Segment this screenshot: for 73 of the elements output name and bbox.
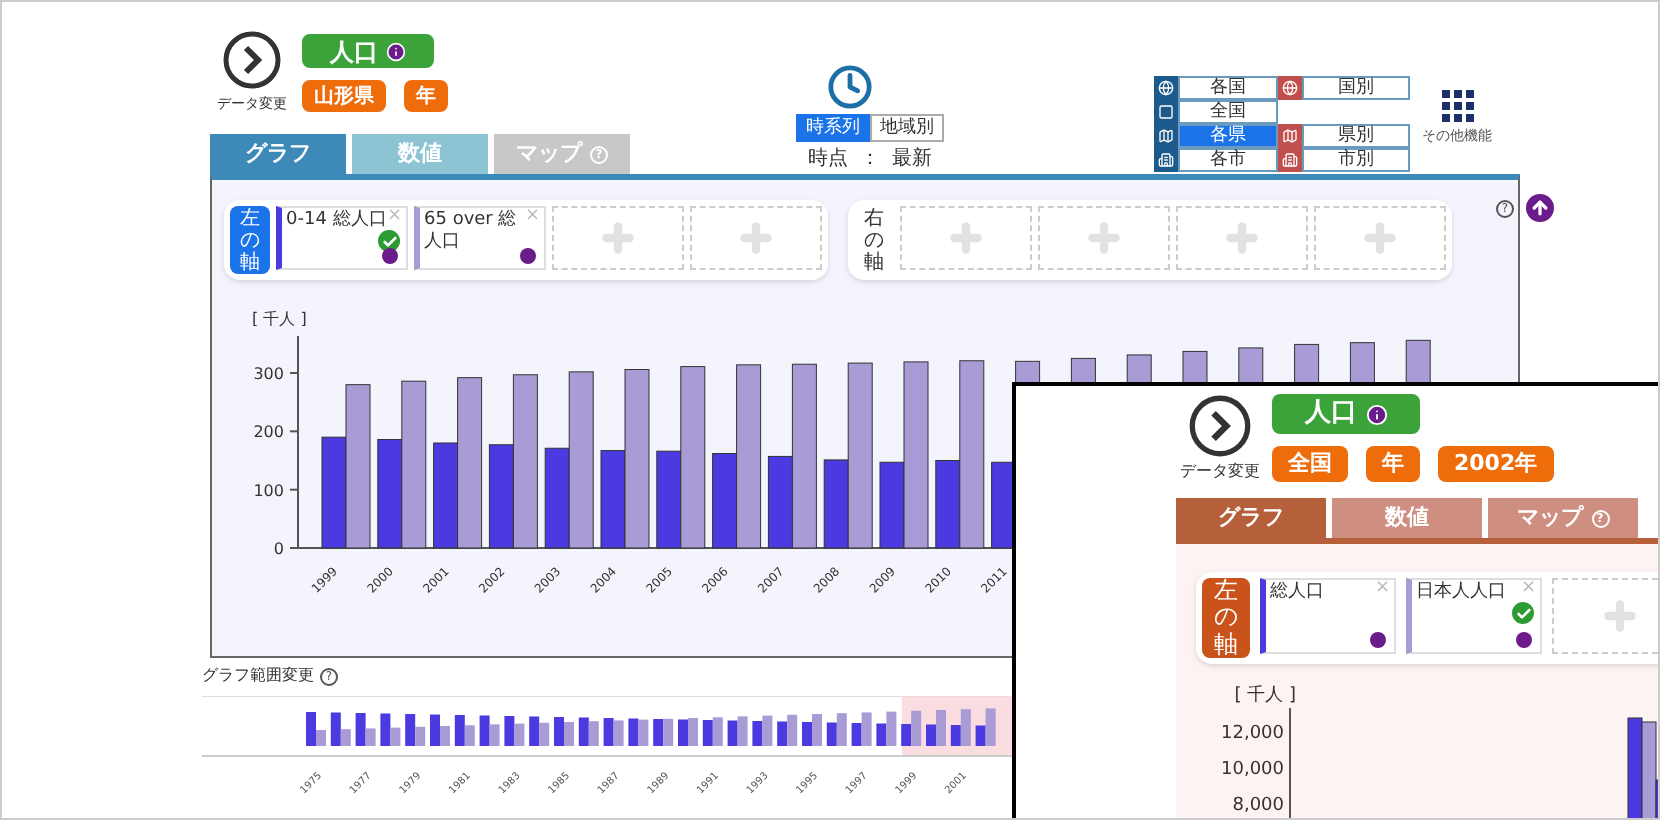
grid-icon[interactable] bbox=[1441, 90, 1473, 122]
info-icon[interactable] bbox=[1370, 632, 1386, 648]
time-point-value: 最新 bbox=[892, 145, 932, 174]
plus-icon bbox=[736, 218, 776, 258]
region-icon bbox=[1158, 104, 1174, 120]
tab-label: グラフ bbox=[1218, 501, 1284, 534]
time-point-label: 時点 bbox=[808, 145, 848, 174]
plus-icon bbox=[598, 218, 638, 258]
y-tick-label: 100 bbox=[253, 481, 284, 500]
filter-badge[interactable]: 全国 bbox=[1272, 446, 1348, 482]
series-name: 0-14 総人口 bbox=[286, 210, 389, 232]
unit-label: [ 千人 ] bbox=[1234, 684, 1296, 710]
tab[interactable]: グラフ bbox=[1176, 498, 1326, 538]
region-icon bbox=[1282, 80, 1298, 96]
next-circle-icon[interactable] bbox=[222, 30, 282, 90]
next-circle-icon[interactable] bbox=[1188, 394, 1252, 458]
separator: ： bbox=[860, 146, 880, 174]
region-icon bbox=[1158, 80, 1174, 96]
series-card[interactable]: 日本人人口 × bbox=[1406, 578, 1542, 654]
unit-label: [ 千人 ] bbox=[252, 308, 309, 332]
left-axis-label[interactable]: 左の軸 bbox=[230, 206, 270, 274]
filter-badge[interactable]: 山形県 bbox=[302, 80, 386, 112]
region-option[interactable]: 全国 bbox=[1178, 100, 1278, 124]
clock-icon[interactable] bbox=[826, 64, 874, 110]
region-option[interactable]: 各国 bbox=[1178, 76, 1278, 100]
plus-icon bbox=[1600, 596, 1640, 636]
tab-label: 数値 bbox=[398, 137, 442, 170]
series-card[interactable]: 65 over 総人口 × bbox=[414, 206, 546, 270]
region-icon bbox=[1158, 152, 1174, 168]
check-icon[interactable] bbox=[1512, 602, 1534, 624]
range-label: グラフ範囲変更 bbox=[202, 664, 314, 688]
left-axis-label[interactable]: 左の軸 bbox=[1202, 578, 1250, 658]
region-option[interactable]: 国別 bbox=[1302, 76, 1410, 100]
region-option[interactable]: 県別 bbox=[1302, 124, 1410, 148]
region-icon bbox=[1158, 128, 1174, 144]
series-name: 総人口 bbox=[1270, 582, 1326, 604]
tab[interactable]: グラフ bbox=[210, 134, 346, 174]
tab-label: 数値 bbox=[1385, 501, 1429, 534]
series-card[interactable]: 総人口 × bbox=[1260, 578, 1396, 654]
y-tick-label: 8,000 bbox=[1232, 793, 1284, 818]
mode-toggle[interactable]: 時系列 bbox=[796, 114, 870, 142]
topic-badge[interactable]: 人口 bbox=[302, 34, 434, 68]
tab-label: マップ bbox=[1517, 501, 1583, 534]
info-icon[interactable] bbox=[1516, 632, 1532, 648]
plus-icon bbox=[1222, 218, 1262, 258]
region-option[interactable]: 市別 bbox=[1302, 148, 1410, 172]
plus-icon bbox=[1084, 218, 1124, 258]
series-name: 65 over 総人口 bbox=[424, 210, 519, 254]
check-icon[interactable] bbox=[378, 230, 400, 252]
y-tick-label: 200 bbox=[253, 423, 284, 442]
y-tick-label: 12,000 bbox=[1221, 721, 1284, 747]
y-tick-label: 300 bbox=[253, 365, 284, 383]
scroll-up-icon[interactable] bbox=[1526, 194, 1554, 222]
topic-badge[interactable]: 人口 bbox=[1272, 394, 1420, 434]
plus-icon bbox=[1360, 218, 1400, 258]
region-icon bbox=[1282, 152, 1298, 168]
region-option[interactable]: 各市 bbox=[1178, 148, 1278, 172]
series-name: 日本人人口 bbox=[1416, 582, 1508, 604]
region-icon bbox=[1282, 128, 1298, 144]
info-icon[interactable] bbox=[520, 248, 536, 264]
filter-badge[interactable]: 年 bbox=[404, 80, 448, 112]
filter-badge[interactable]: 年 bbox=[1366, 446, 1420, 482]
y-tick-label: 0 bbox=[273, 540, 284, 558]
tab[interactable]: 数値 bbox=[1332, 498, 1482, 538]
info-icon[interactable] bbox=[382, 248, 398, 264]
y-tick-label: 10,000 bbox=[1221, 757, 1284, 783]
mode-toggle[interactable]: 地域別 bbox=[870, 114, 944, 142]
tab-label: グラフ bbox=[245, 137, 311, 170]
region-option[interactable]: 各県 bbox=[1178, 124, 1278, 148]
series-card[interactable]: 0-14 総人口× bbox=[276, 206, 408, 270]
data-change-label[interactable]: データ変更 bbox=[1180, 460, 1260, 484]
filter-badge[interactable]: 2002年 bbox=[1438, 446, 1554, 482]
plus-icon bbox=[946, 218, 986, 258]
